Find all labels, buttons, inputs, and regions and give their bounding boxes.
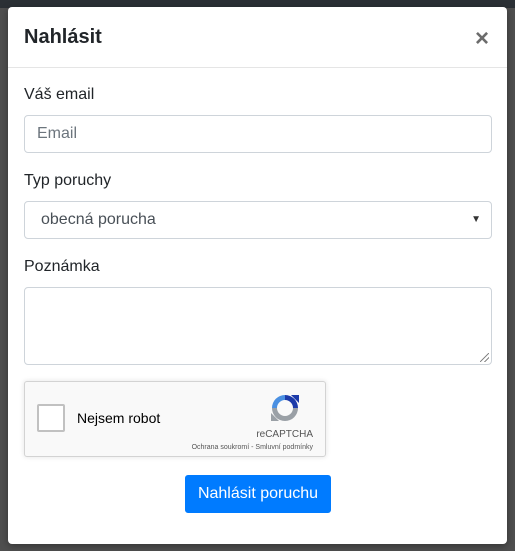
note-label: Poznámka xyxy=(24,258,100,275)
report-modal: Nahlásit × Váš email Typ poruchy obecná … xyxy=(8,7,507,544)
recaptcha-brand: reCAPTCHA xyxy=(256,429,313,440)
modal-title: Nahlásit xyxy=(24,26,102,48)
resize-handle-icon[interactable] xyxy=(480,353,489,362)
recaptcha-widget: Nejsem robot reCAPTCHA Ochrana soukromí … xyxy=(24,381,326,457)
note-textarea[interactable] xyxy=(24,287,492,365)
recaptcha-links: Ochrana soukromí - Smluvní podmínky xyxy=(192,444,313,451)
recaptcha-checkbox[interactable] xyxy=(37,404,65,432)
recaptcha-icon xyxy=(271,395,299,421)
fault-type-label: Typ poruchy xyxy=(24,172,112,189)
dropdown-arrow-icon: ▼ xyxy=(471,214,481,225)
modal-header: Nahlásit × xyxy=(8,7,507,68)
email-input[interactable] xyxy=(24,115,492,153)
fault-type-selected-value: obecná porucha xyxy=(41,211,156,228)
submit-report-button[interactable]: Nahlásit poruchu xyxy=(185,475,331,513)
recaptcha-terms-link[interactable]: Smluvní podmínky xyxy=(255,444,313,451)
email-label: Váš email xyxy=(24,86,95,103)
fault-type-select[interactable]: obecná porucha ▼ xyxy=(24,201,492,239)
recaptcha-checkbox-label: Nejsem robot xyxy=(77,410,161,426)
recaptcha-privacy-link[interactable]: Ochrana soukromí xyxy=(192,444,250,451)
close-icon[interactable]: × xyxy=(472,27,492,51)
